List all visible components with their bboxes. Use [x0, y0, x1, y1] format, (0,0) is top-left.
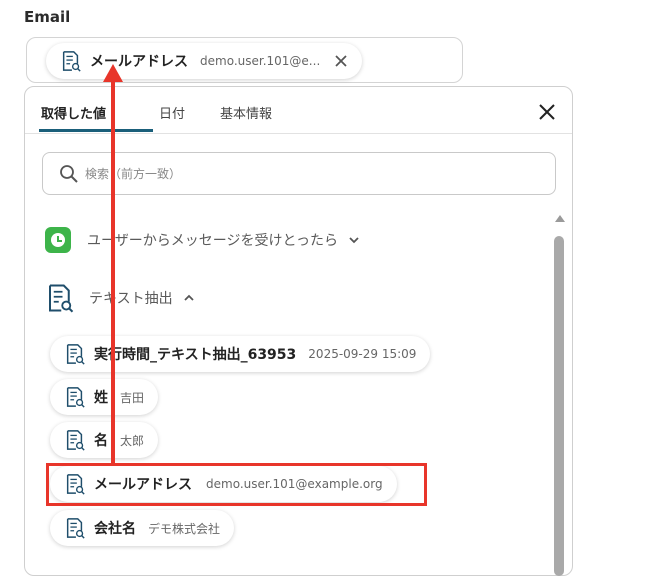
section-label: テキスト抽出 — [89, 291, 173, 307]
annotation-arrow-line — [111, 78, 115, 464]
search-input[interactable]: 検索（前方一致） — [42, 152, 556, 195]
chevron-up-icon — [183, 294, 194, 301]
search-placeholder: 検索（前方一致） — [85, 167, 182, 181]
chevron-down-icon — [349, 237, 359, 244]
remove-chip-icon[interactable] — [334, 54, 348, 68]
annotation-arrow-head — [103, 64, 123, 82]
scrollbar-thumb[interactable] — [554, 236, 564, 576]
document-search-icon — [60, 50, 82, 72]
list-item[interactable]: 名 太郎 — [50, 422, 159, 458]
section-text-extraction[interactable]: テキスト抽出 — [45, 283, 195, 313]
item-label: 名 — [94, 433, 108, 449]
section-line-trigger[interactable]: ユーザーからメッセージを受けとったら — [45, 227, 360, 253]
item-label: 実行時間_テキスト抽出_63953 — [94, 347, 297, 363]
item-label: 姓 — [94, 390, 108, 406]
chip-value: demo.user.101@e... — [200, 54, 321, 68]
document-search-icon — [45, 283, 75, 313]
tab-basic-info[interactable]: 基本情報 — [220, 103, 272, 122]
item-value: 吉田 — [120, 390, 145, 405]
document-search-icon — [64, 517, 86, 539]
list-item[interactable]: 姓 吉田 — [50, 379, 159, 415]
line-clock-icon — [45, 227, 71, 253]
section-label: ユーザーからメッセージを受けとったら — [87, 233, 339, 249]
selected-value-chip[interactable]: メールアドレス demo.user.101@e... — [46, 43, 363, 79]
scroll-up-arrow[interactable] — [555, 215, 565, 222]
item-value: デモ株式会社 — [148, 521, 221, 536]
item-value: 太郎 — [120, 433, 145, 448]
item-value: 2025-09-29 15:09 — [308, 347, 417, 361]
search-icon — [60, 164, 78, 183]
tab-retrieved-values[interactable]: 取得した値 — [41, 103, 106, 122]
document-search-icon — [64, 386, 86, 408]
list-item[interactable]: 会社名 デモ株式会社 — [50, 510, 235, 546]
document-search-icon — [64, 429, 86, 451]
list-item[interactable]: 実行時間_テキスト抽出_63953 2025-09-29 15:09 — [50, 336, 431, 372]
close-icon[interactable] — [538, 103, 556, 121]
active-tab-indicator — [39, 129, 153, 132]
document-search-icon — [64, 343, 86, 365]
tab-date[interactable]: 日付 — [159, 103, 185, 122]
item-label: 会社名 — [94, 521, 136, 537]
email-field-label: Email — [24, 8, 71, 26]
tab-bar: 取得した値 日付 基本情報 — [25, 87, 572, 134]
highlight-box — [46, 463, 427, 506]
